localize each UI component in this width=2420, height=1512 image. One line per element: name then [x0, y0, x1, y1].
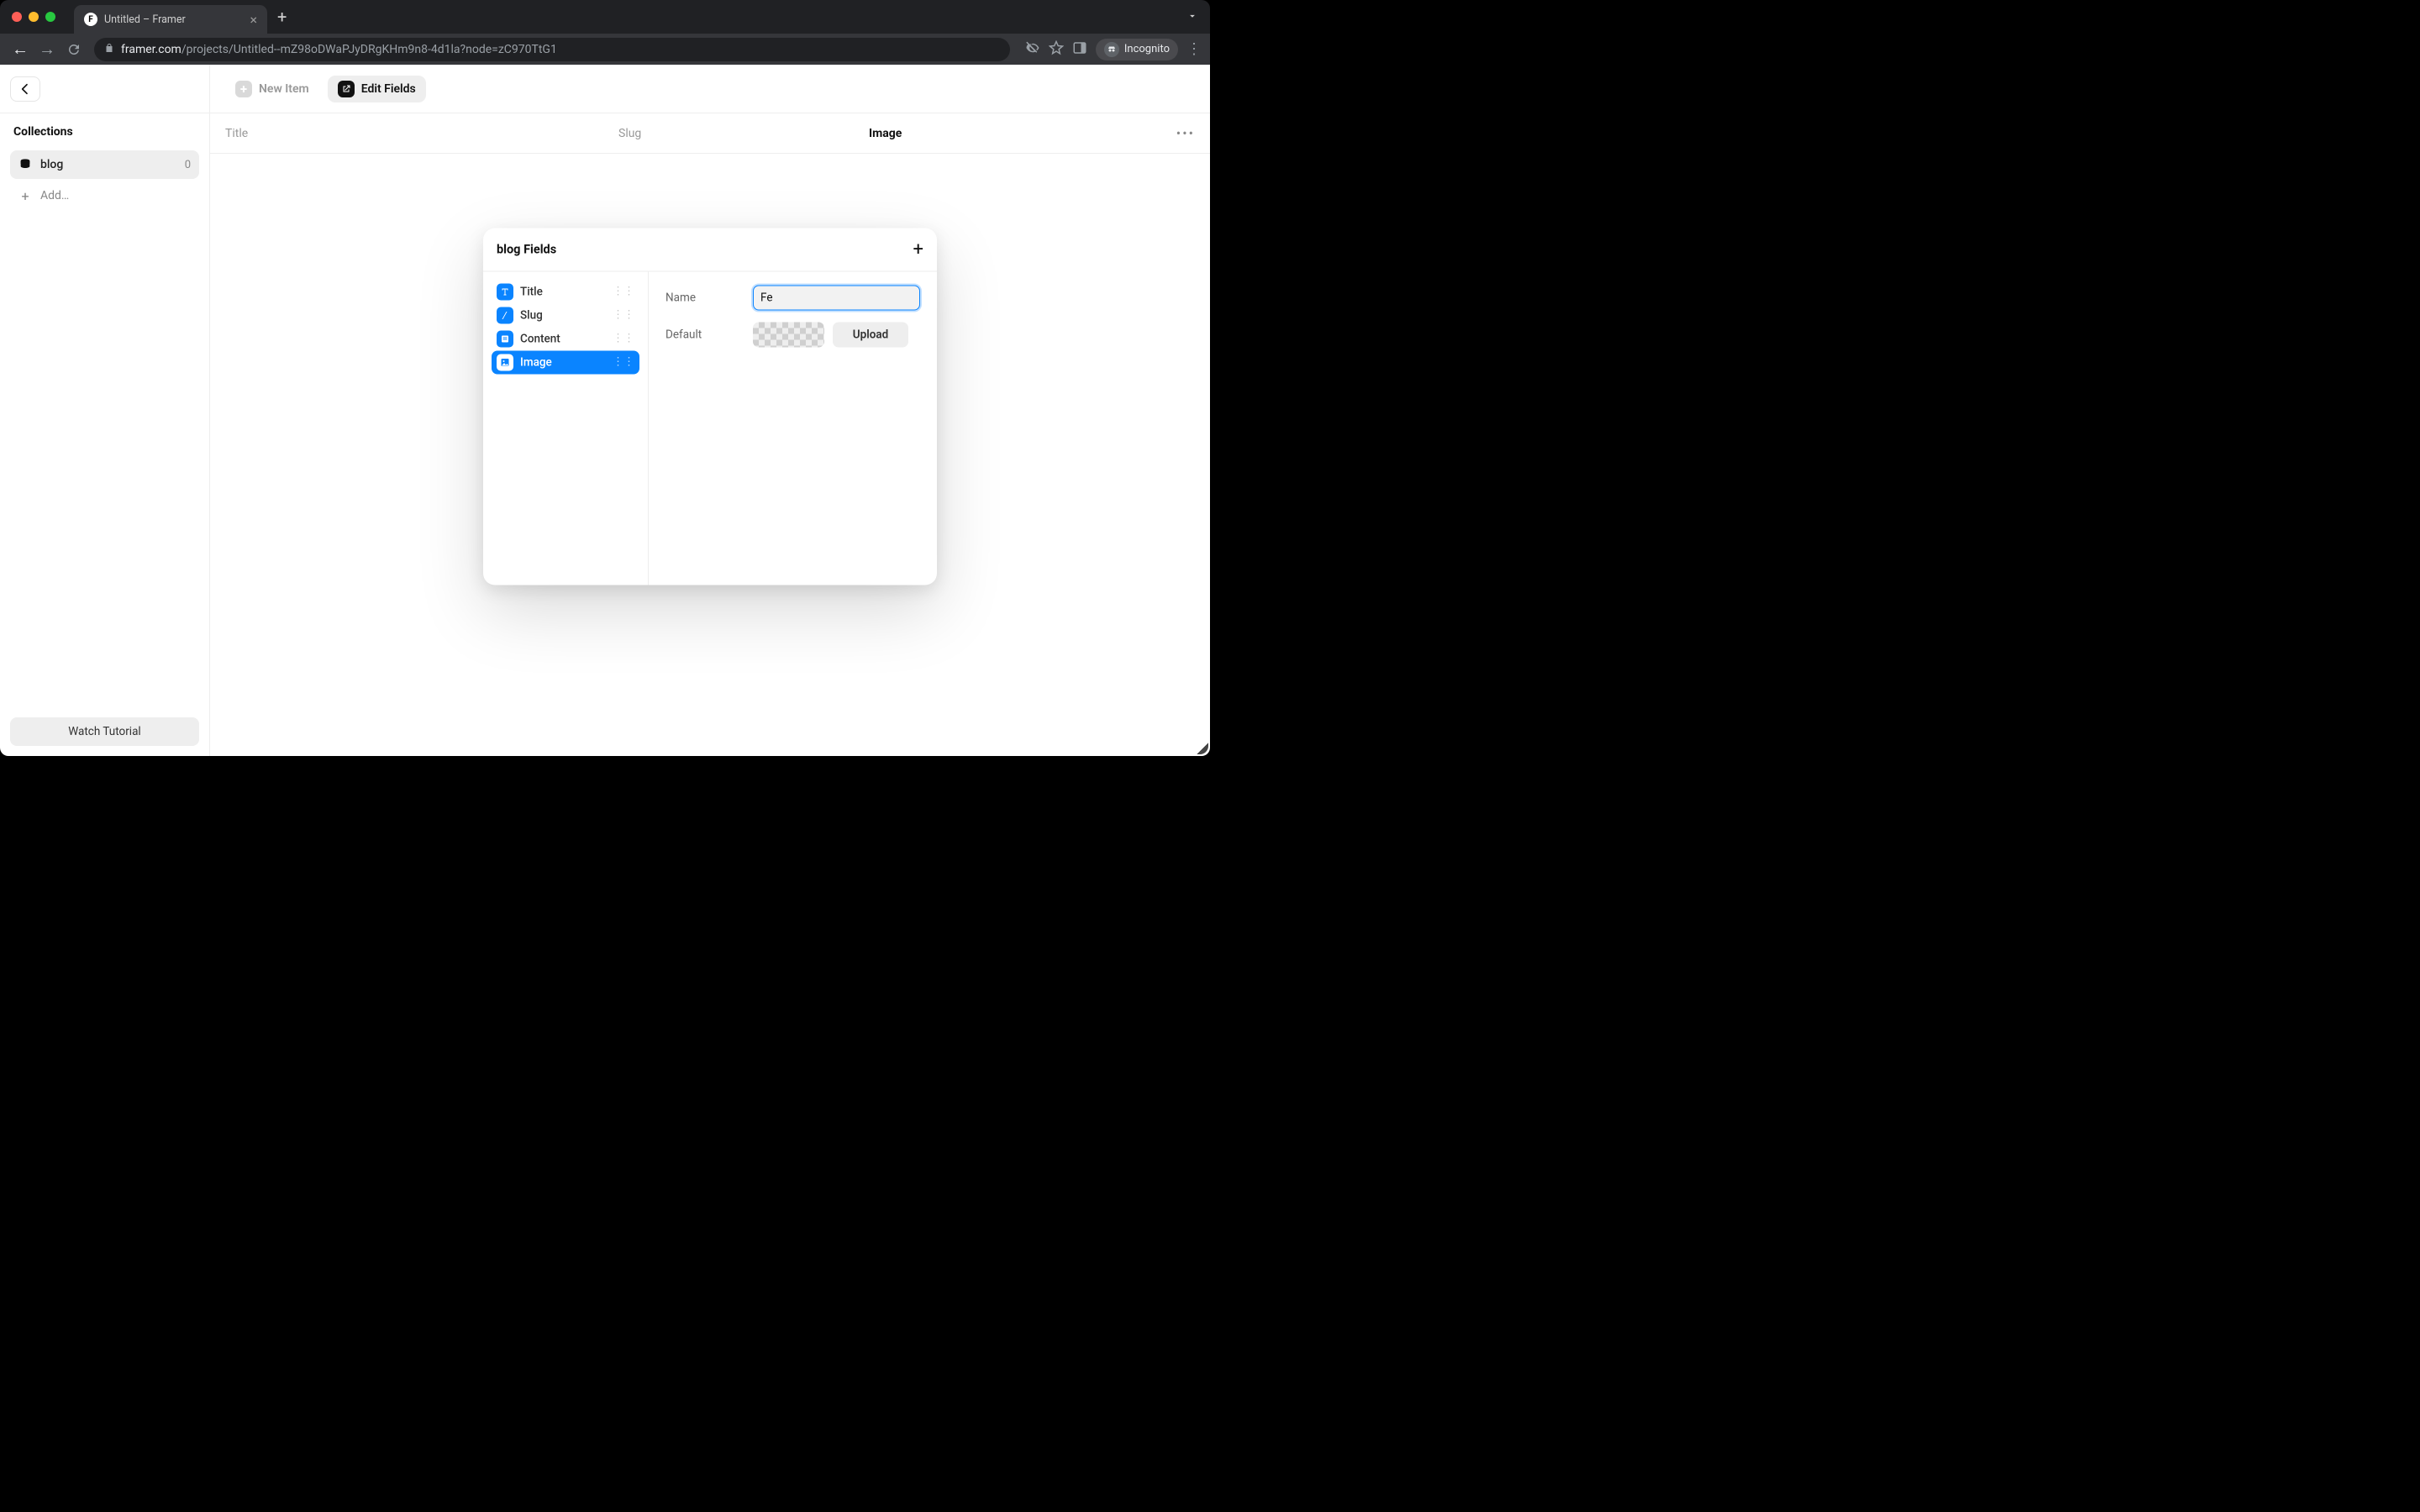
nav-reload-button[interactable] [62, 38, 86, 61]
side-panel-icon[interactable] [1072, 40, 1087, 59]
column-header-title[interactable]: Title [225, 127, 618, 140]
browser-tabstrip: F Untitled – Framer × + [0, 0, 1210, 34]
bookmark-icon[interactable] [1049, 40, 1064, 59]
modal-title: blog Fields [497, 242, 556, 256]
field-label: Slug [520, 308, 613, 322]
field-label: Content [520, 332, 613, 345]
address-bar[interactable]: framer.com/projects/Untitled--mZ98oDWaPJ… [94, 38, 1010, 61]
incognito-icon [1104, 42, 1119, 57]
nav-forward-button[interactable]: → [35, 38, 59, 61]
window-zoom-button[interactable] [45, 12, 55, 22]
drag-handle-icon[interactable]: ⋮⋮ [613, 286, 634, 298]
framer-app: + New Item Edit Fields Collections [0, 65, 1210, 756]
collection-name: blog [40, 158, 185, 171]
column-more-button[interactable]: ••• [1176, 125, 1195, 141]
collection-item-blog[interactable]: blog 0 [10, 150, 199, 179]
field-item-title[interactable]: Title ⋮⋮ [492, 280, 639, 303]
column-header-slug[interactable]: Slug [618, 127, 869, 140]
add-collection-label: Add… [40, 189, 69, 202]
drag-handle-icon[interactable]: ⋮⋮ [613, 333, 634, 345]
upload-button[interactable]: Upload [833, 322, 908, 347]
add-collection-button[interactable]: + Add… [10, 182, 199, 209]
window-close-button[interactable] [12, 12, 22, 22]
new-tab-button[interactable]: + [277, 7, 287, 27]
collections-sidebar: Collections blog 0 + Add… Watc [0, 113, 210, 756]
chrome-menu-button[interactable]: ⋮ [1186, 40, 1202, 58]
field-item-image[interactable]: Image ⋮⋮ [492, 350, 639, 374]
image-icon [497, 354, 513, 370]
browser-toolbar: ← → framer.com/projects/Untitled--mZ98oD… [0, 34, 1210, 65]
new-item-button[interactable]: + New Item [225, 76, 319, 102]
incognito-label: Incognito [1124, 43, 1170, 55]
lock-icon [104, 43, 114, 55]
watch-tutorial-label: Watch Tutorial [68, 725, 140, 738]
main-panel: Title Slug Image ••• blog Fields + [210, 113, 1210, 756]
text-icon [497, 283, 513, 300]
sidebar-heading: Collections [13, 125, 199, 139]
edit-fields-button[interactable]: Edit Fields [328, 76, 426, 102]
app-toolbar: + New Item Edit Fields [0, 65, 1210, 113]
browser-tab[interactable]: F Untitled – Framer × [74, 5, 267, 34]
tracking-off-icon[interactable] [1025, 40, 1040, 59]
name-label: Name [666, 291, 753, 304]
modal-header: blog Fields + [483, 228, 937, 271]
slug-icon [497, 307, 513, 323]
window-minimize-button[interactable] [29, 12, 39, 22]
content-icon [497, 330, 513, 347]
close-tab-button[interactable]: × [250, 12, 257, 28]
browser-tab-title: Untitled – Framer [104, 13, 250, 26]
back-button[interactable] [10, 76, 40, 102]
database-icon [18, 158, 32, 171]
drag-handle-icon[interactable]: ⋮⋮ [613, 309, 634, 322]
collection-count: 0 [185, 159, 191, 171]
field-label: Title [520, 285, 613, 298]
edit-fields-modal: blog Fields + Title ⋮⋮ [483, 228, 937, 585]
fields-list: Title ⋮⋮ Slug ⋮⋮ [483, 271, 649, 585]
add-field-button[interactable]: + [913, 239, 923, 260]
default-label: Default [666, 328, 753, 341]
incognito-indicator[interactable]: Incognito [1096, 39, 1178, 60]
plus-icon: + [235, 81, 252, 97]
framer-favicon-icon: F [84, 13, 97, 26]
field-detail-panel: Name Default Upload [649, 271, 937, 585]
field-item-content[interactable]: Content ⋮⋮ [492, 327, 639, 350]
field-item-slug[interactable]: Slug ⋮⋮ [492, 303, 639, 327]
tab-overflow-button[interactable] [1186, 9, 1198, 25]
column-header-image[interactable]: Image [869, 127, 902, 140]
new-item-label: New Item [259, 82, 309, 96]
drag-handle-icon[interactable]: ⋮⋮ [613, 356, 634, 369]
watch-tutorial-button[interactable]: Watch Tutorial [10, 717, 199, 746]
default-image-preview[interactable] [753, 322, 824, 347]
nav-back-button[interactable]: ← [8, 38, 32, 61]
field-label: Image [520, 355, 613, 369]
url-path: /projects/Untitled--mZ98oDWaPJyDRgKHm9n8… [182, 43, 557, 56]
url-domain: framer.com [121, 43, 182, 56]
window-controls [12, 12, 55, 22]
edit-fields-icon [338, 81, 355, 97]
plus-icon: + [18, 188, 32, 204]
edit-fields-label: Edit Fields [361, 82, 416, 96]
table-header-row: Title Slug Image ••• [210, 113, 1210, 154]
field-name-input[interactable] [753, 285, 920, 310]
